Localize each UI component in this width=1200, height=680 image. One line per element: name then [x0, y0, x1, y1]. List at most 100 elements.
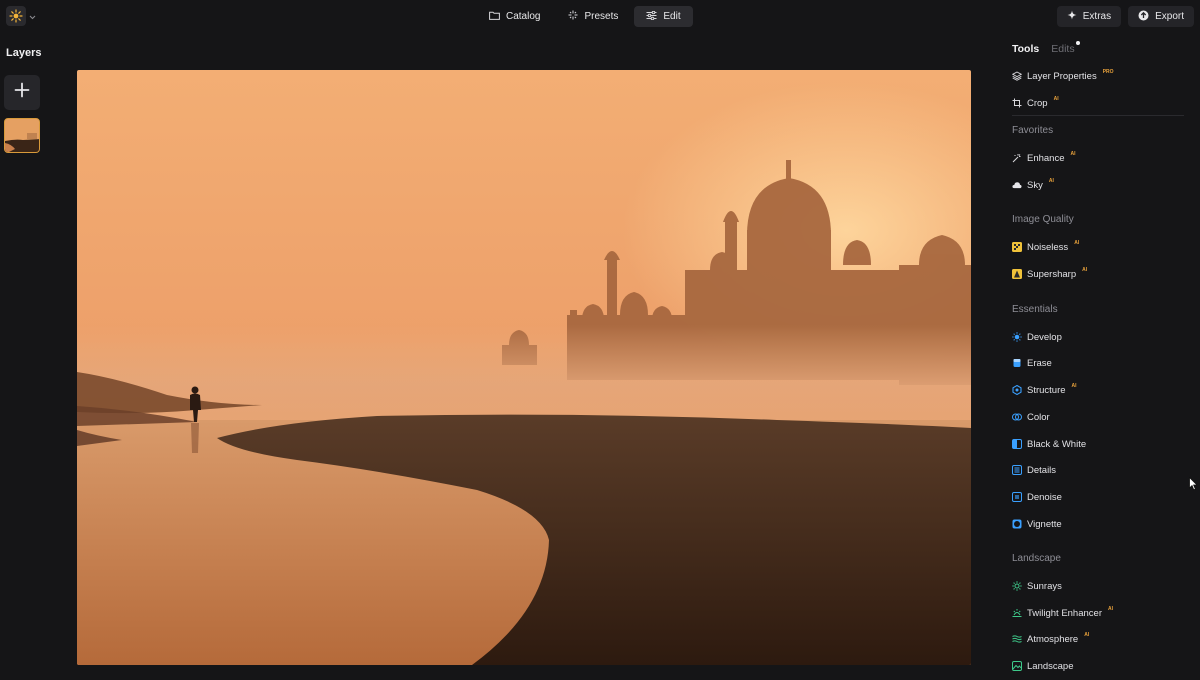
tool-vignette[interactable]: Vignette [1012, 515, 1062, 533]
tool-black-white[interactable]: Black & White [1012, 435, 1086, 453]
tool-sunrays[interactable]: Sunrays [1012, 577, 1062, 595]
color-icon [1012, 412, 1022, 422]
tool-details[interactable]: Details [1012, 461, 1056, 479]
layers-title: Layers [6, 47, 42, 59]
black-white-icon [1012, 439, 1022, 449]
tool-label: Vignette [1027, 518, 1062, 530]
export-button[interactable]: Export [1128, 6, 1194, 27]
sun-logo-icon [6, 6, 26, 26]
add-layer-button[interactable] [4, 75, 40, 110]
ai-tag: AI [1071, 383, 1077, 389]
tool-label: Layer Properties [1027, 70, 1097, 82]
sliders-icon [646, 10, 657, 23]
edits-indicator-dot [1075, 41, 1080, 45]
tool-label: Denoise [1027, 491, 1062, 503]
section-essentials: Essentials [1012, 304, 1058, 315]
tool-erase[interactable]: Erase [1012, 354, 1052, 372]
sparkle-icon [568, 10, 578, 23]
ai-tag: AI [1107, 606, 1113, 612]
tab-edits-label: Edits [1051, 43, 1075, 55]
denoise-icon [1012, 492, 1022, 502]
twilight-icon [1012, 608, 1022, 618]
erase-icon [1012, 358, 1022, 368]
structure-icon [1012, 385, 1022, 395]
enhance-icon [1012, 153, 1022, 163]
folder-icon [489, 11, 500, 23]
mode-tabs: Catalog Presets Edit [477, 6, 693, 27]
tool-label: Sunrays [1027, 580, 1062, 592]
panel-divider [1012, 115, 1184, 116]
export-label: Export [1155, 11, 1184, 22]
atmosphere-icon [1012, 634, 1022, 644]
tool-layer-properties[interactable]: Layer Properties PRO [1012, 67, 1114, 85]
tab-edits[interactable]: Edits [1051, 41, 1080, 55]
tool-structure[interactable]: Structure AI [1012, 381, 1077, 399]
tab-label: Presets [584, 11, 619, 22]
pro-tag: PRO [1102, 69, 1114, 75]
sparkle-plus-icon [1067, 10, 1077, 23]
section-image-quality: Image Quality [1012, 214, 1074, 225]
tool-color[interactable]: Color [1012, 408, 1050, 426]
supersharp-icon [1012, 269, 1022, 279]
tool-supersharp[interactable]: Supersharp AI [1012, 265, 1087, 283]
tool-twilight-enhancer[interactable]: Twilight Enhancer AI [1012, 604, 1113, 622]
tool-label: Enhance [1027, 152, 1065, 164]
ai-tag: AI [1070, 151, 1076, 157]
app-menu-button[interactable] [6, 5, 40, 27]
tool-label: Develop [1027, 331, 1062, 343]
tab-catalog[interactable]: Catalog [477, 6, 552, 27]
cloud-icon [1012, 180, 1022, 190]
tab-label: Edit [663, 11, 681, 22]
tab-presets[interactable]: Presets [556, 6, 630, 27]
tab-edit[interactable]: Edit [634, 6, 693, 27]
crop-icon [1012, 98, 1022, 108]
extras-button[interactable]: Extras [1056, 6, 1122, 27]
section-landscape: Landscape [1012, 553, 1061, 564]
tool-sky[interactable]: Sky AI [1012, 176, 1054, 194]
mouse-pointer-icon [1189, 476, 1198, 496]
chevron-down-icon [29, 7, 36, 25]
tool-label: Structure [1027, 384, 1066, 396]
tool-label: Twilight Enhancer [1027, 607, 1102, 619]
panel-tabs: Tools Edits [1012, 41, 1080, 55]
vignette-icon [1012, 519, 1022, 529]
noiseless-icon [1012, 242, 1022, 252]
tool-label: Color [1027, 411, 1050, 423]
tool-label: Erase [1027, 357, 1052, 369]
tool-denoise[interactable]: Denoise [1012, 488, 1062, 506]
details-icon [1012, 465, 1022, 475]
ai-tag: AI [1053, 96, 1059, 102]
ai-tag: AI [1048, 178, 1054, 184]
plus-icon [14, 82, 30, 103]
tool-label: Sky [1027, 179, 1043, 191]
ai-tag: AI [1084, 632, 1090, 638]
top-actions: Extras Export [1056, 6, 1194, 27]
layers-icon [1012, 71, 1022, 81]
tool-label: Supersharp [1027, 268, 1077, 280]
tool-crop[interactable]: Crop AI [1012, 94, 1059, 112]
export-icon [1138, 10, 1149, 24]
tool-label: Details [1027, 464, 1057, 476]
tool-landscape[interactable]: Landscape [1012, 657, 1073, 675]
tool-noiseless[interactable]: Noiseless AI [1012, 238, 1079, 256]
tool-label: Atmosphere [1027, 633, 1079, 645]
tool-label: Crop [1027, 97, 1048, 109]
landscape-icon [1012, 661, 1022, 671]
ai-tag: AI [1082, 267, 1088, 273]
tab-label: Catalog [506, 11, 541, 22]
tool-label: Noiseless [1027, 241, 1069, 253]
extras-label: Extras [1082, 11, 1112, 22]
layer-thumbnail[interactable] [4, 118, 40, 153]
tool-enhance[interactable]: Enhance AI [1012, 149, 1076, 167]
tool-atmosphere[interactable]: Atmosphere AI [1012, 630, 1089, 648]
tool-develop[interactable]: Develop [1012, 328, 1062, 346]
tools-panel: Tools Edits Layer Properties PRO Crop AI… [1000, 36, 1200, 680]
tool-label: Black & White [1027, 438, 1087, 450]
tab-tools[interactable]: Tools [1012, 43, 1039, 55]
sunrays-icon [1012, 581, 1022, 591]
tool-label: Landscape [1027, 660, 1074, 672]
section-favorites: Favorites [1012, 125, 1054, 136]
ai-tag: AI [1074, 240, 1080, 246]
photo-canvas[interactable] [77, 70, 971, 665]
develop-icon [1012, 332, 1022, 342]
